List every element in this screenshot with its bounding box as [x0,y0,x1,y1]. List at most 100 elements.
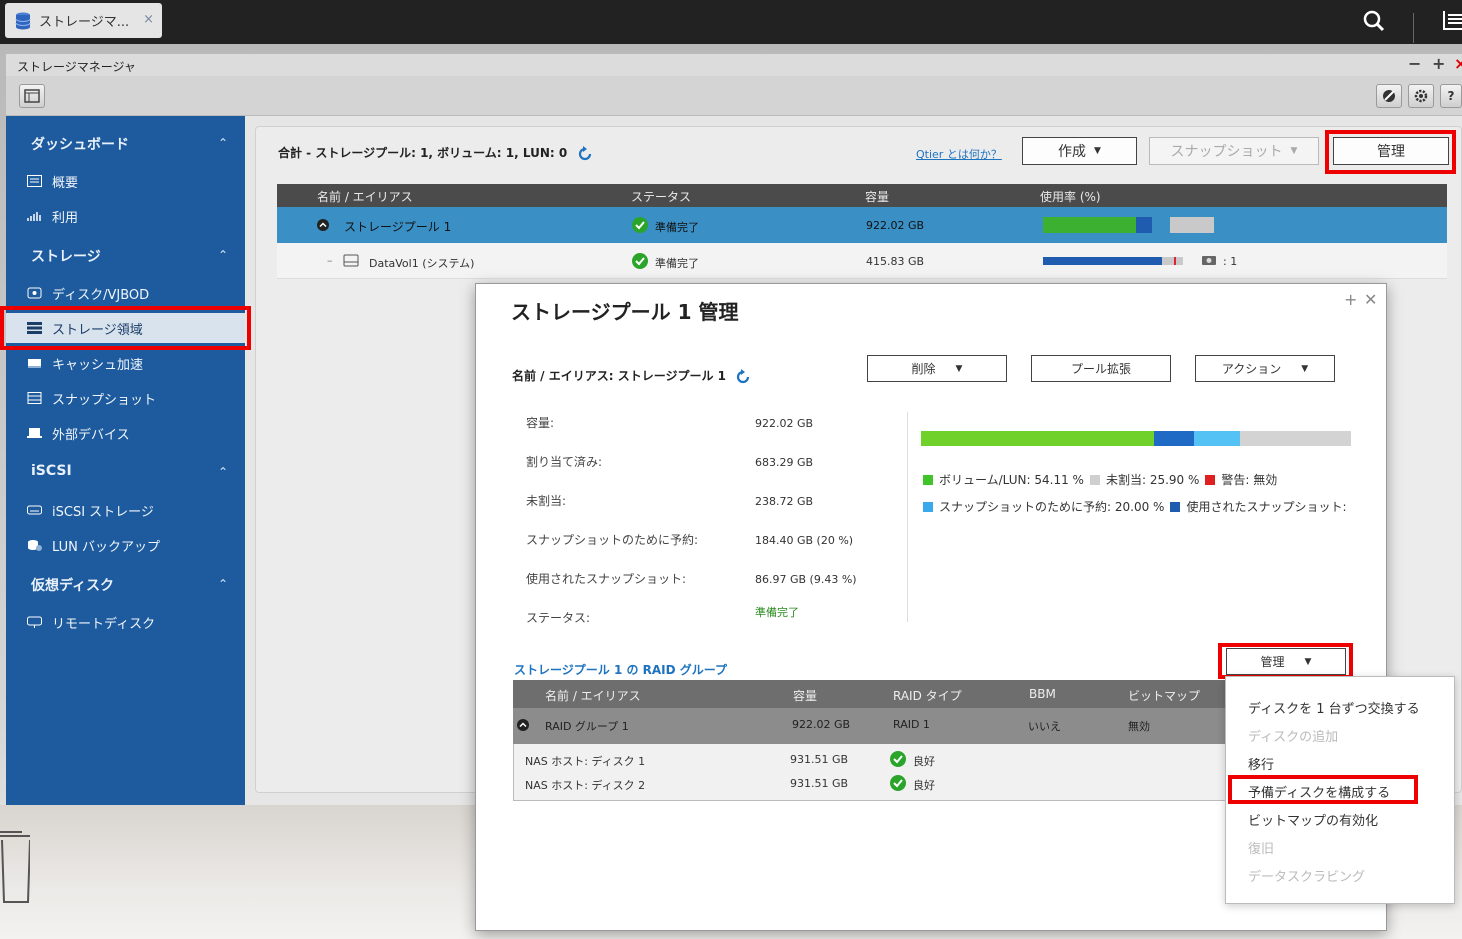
dialog-title: ストレージプール 1 管理 [511,300,739,324]
check-circle-icon [632,217,648,233]
help-icon: ? [1447,89,1455,103]
table-row-disk[interactable]: NAS ホスト: ディスク 1 931.51 GB 良好 [514,748,1230,772]
chevron-down-icon: ▼ [955,363,963,374]
lun-backup-icon [28,540,42,551]
sidebar-item-overview[interactable]: 概要 [6,166,245,196]
sidebar-section-storage[interactable]: ストレージ [31,246,101,266]
tree-connector: – [327,254,333,267]
column-header-bbm[interactable]: BBM [1029,687,1056,701]
sidebar-item-snapshot[interactable]: スナップショット [6,383,245,413]
raid-group-table: 名前 / エイリアス 容量 RAID タイプ BBM ビットマップ RAID グ… [513,680,1231,801]
pool-capacity: 922.02 GB [866,219,925,232]
bar-segment-reserved [1194,431,1240,446]
sidebar-section-iscsi[interactable]: iSCSI [31,463,72,479]
sidebar-item-label: スナップショット [52,392,157,408]
window-title: ストレージマネージャ [17,60,136,74]
menu-item-data-scrubbing[interactable]: データスクラビング [1248,866,1365,885]
sidebar-item-disks[interactable]: ディスク/VJBOD [6,278,245,308]
sidebar-section-virtual-disk[interactable]: 仮想ディスク [31,575,114,595]
sidebar-item-external[interactable]: 外部デバイス [6,418,245,448]
settings-button[interactable] [1408,84,1434,108]
app-tab-label: ストレージマ... [39,15,130,30]
collapse-icon[interactable]: ⌃ [218,136,228,150]
menu-item-recover[interactable]: 復旧 [1248,838,1274,857]
refresh-icon[interactable] [735,368,751,385]
sidebar-item-lun-backup[interactable]: LUN バックアップ [6,530,245,560]
column-header-raid-type[interactable]: RAID タイプ [893,687,962,704]
column-header-bitmap[interactable]: ビットマップ [1128,687,1200,704]
column-header-capacity[interactable]: 容量 [865,188,889,205]
table-header: 名前 / エイリアス 容量 RAID タイプ BBM ビットマップ [513,680,1231,708]
close-tab-icon[interactable]: × [143,12,154,27]
pool-usage-bar [1043,217,1214,233]
app-tab-storage-manager[interactable]: ストレージマ... × [5,3,162,38]
external-device-icon [27,428,42,438]
table-row-pool[interactable]: ストレージプール 1 準備完了 922.02 GB [277,207,1447,243]
top-bar: ストレージマ... × [0,0,1462,44]
sidebar-item-remote-disk[interactable]: リモートディスク [6,607,245,637]
table-row-volume[interactable]: – DataVol1 (システム) 準備完了 415.83 GB : 1 [277,243,1447,279]
toggle-sidebar-button[interactable] [19,84,45,108]
sidebar-item-usage[interactable]: 利用 [6,201,245,231]
field-value: 184.40 GB (20 %) [755,534,854,547]
menu-item-migrate[interactable]: 移行 [1248,754,1274,773]
legend-reserve: スナップショットのために予約: 20.00 % [939,500,1165,514]
field-label: 容量: [526,416,555,430]
sidebar-item-iscsi-storage[interactable]: iSCSI ストレージ [6,495,245,525]
snapshot-button[interactable]: スナップショット ▼ [1149,137,1319,165]
collapse-circle-icon[interactable] [517,719,529,731]
sidebar-item-label: 外部デバイス [52,427,130,443]
minimize-button[interactable]: − [1408,54,1421,73]
column-header-name[interactable]: 名前 / エイリアス [317,188,413,205]
search-icon[interactable] [1362,9,1386,33]
volume-status: 準備完了 [655,257,699,270]
chevron-down-icon: ▼ [1290,146,1298,156]
sidebar: ダッシュボード ⌃ 概要 利用 ストレージ ⌃ ディスク/VJBOD ストレージ… [6,116,245,805]
raid-group-type: RAID 1 [893,718,930,731]
column-header-usage[interactable]: 使用率 (%) [1040,188,1101,205]
check-circle-icon [632,253,648,269]
close-icon[interactable]: ✕ [1364,290,1377,309]
collapse-icon[interactable]: ⌃ [218,465,228,479]
close-window-button[interactable]: × [1454,54,1462,73]
gear-icon [1414,89,1428,103]
field-label: スナップショットのために予約: [526,533,699,547]
storage-tool-button[interactable] [1376,84,1402,108]
database-icon [15,12,31,29]
legend-row-2: スナップショットのために予約: 20.00 % 使用されたスナップショット: [923,498,1346,515]
action-button[interactable]: アクション ▼ [1195,355,1335,382]
disk-status: 良好 [913,779,935,792]
maximize-dialog-icon[interactable]: + [1344,290,1357,309]
refresh-icon[interactable] [577,145,593,162]
collapse-icon[interactable]: ⌃ [218,577,228,591]
collapse-circle-icon[interactable] [317,219,329,231]
trash-icon[interactable] [0,828,30,904]
bar-segment-used-snapshot [1153,431,1195,446]
pool-name-alias: 名前 / エイリアス: ストレージプール 1 [512,367,751,385]
collapse-icon[interactable]: ⌃ [218,248,228,262]
table-row-disk[interactable]: NAS ホスト: ディスク 2 931.51 GB 良好 [514,772,1230,796]
sidebar-item-cache[interactable]: キャッシュ加速 [6,348,245,378]
maximize-button[interactable]: + [1432,54,1445,73]
highlight-raid-manage [1218,643,1353,679]
column-header-name[interactable]: 名前 / エイリアス [545,687,641,704]
stack-icon[interactable] [1440,8,1462,34]
disk-capacity: 931.51 GB [790,777,849,790]
qtier-help-link[interactable]: Qtier とは何か？ [916,146,1002,162]
sidebar-section-dashboard[interactable]: ダッシュボード [31,134,129,154]
create-button[interactable]: 作成 ▼ [1022,137,1137,165]
sidebar-item-label: ディスク/VJBOD [52,287,150,303]
delete-button[interactable]: 削除 ▼ [867,355,1007,382]
raid-group-title: ストレージプール 1 の RAID グループ [514,663,728,677]
expand-pool-button[interactable]: プール拡張 [1031,355,1171,382]
menu-item-enable-bitmap[interactable]: ビットマップの有効化 [1248,810,1378,829]
snapshot-count: : 1 [1223,255,1238,268]
menu-item-add-disk[interactable]: ディスクの追加 [1248,726,1338,745]
table-row-raid-group[interactable]: RAID グループ 1 922.02 GB RAID 1 いいえ 無効 [513,708,1231,744]
column-header-status[interactable]: ステータス [631,188,691,205]
help-button[interactable]: ? [1440,84,1462,108]
column-header-capacity[interactable]: 容量 [793,687,817,704]
storage-pool-table: 名前 / エイリアス ステータス 容量 使用率 (%) ストレージプール 1 準… [277,184,1447,279]
raid-group-bbm: いいえ [1028,720,1061,733]
menu-item-replace-disks[interactable]: ディスクを 1 台ずつ交換する [1248,698,1420,717]
